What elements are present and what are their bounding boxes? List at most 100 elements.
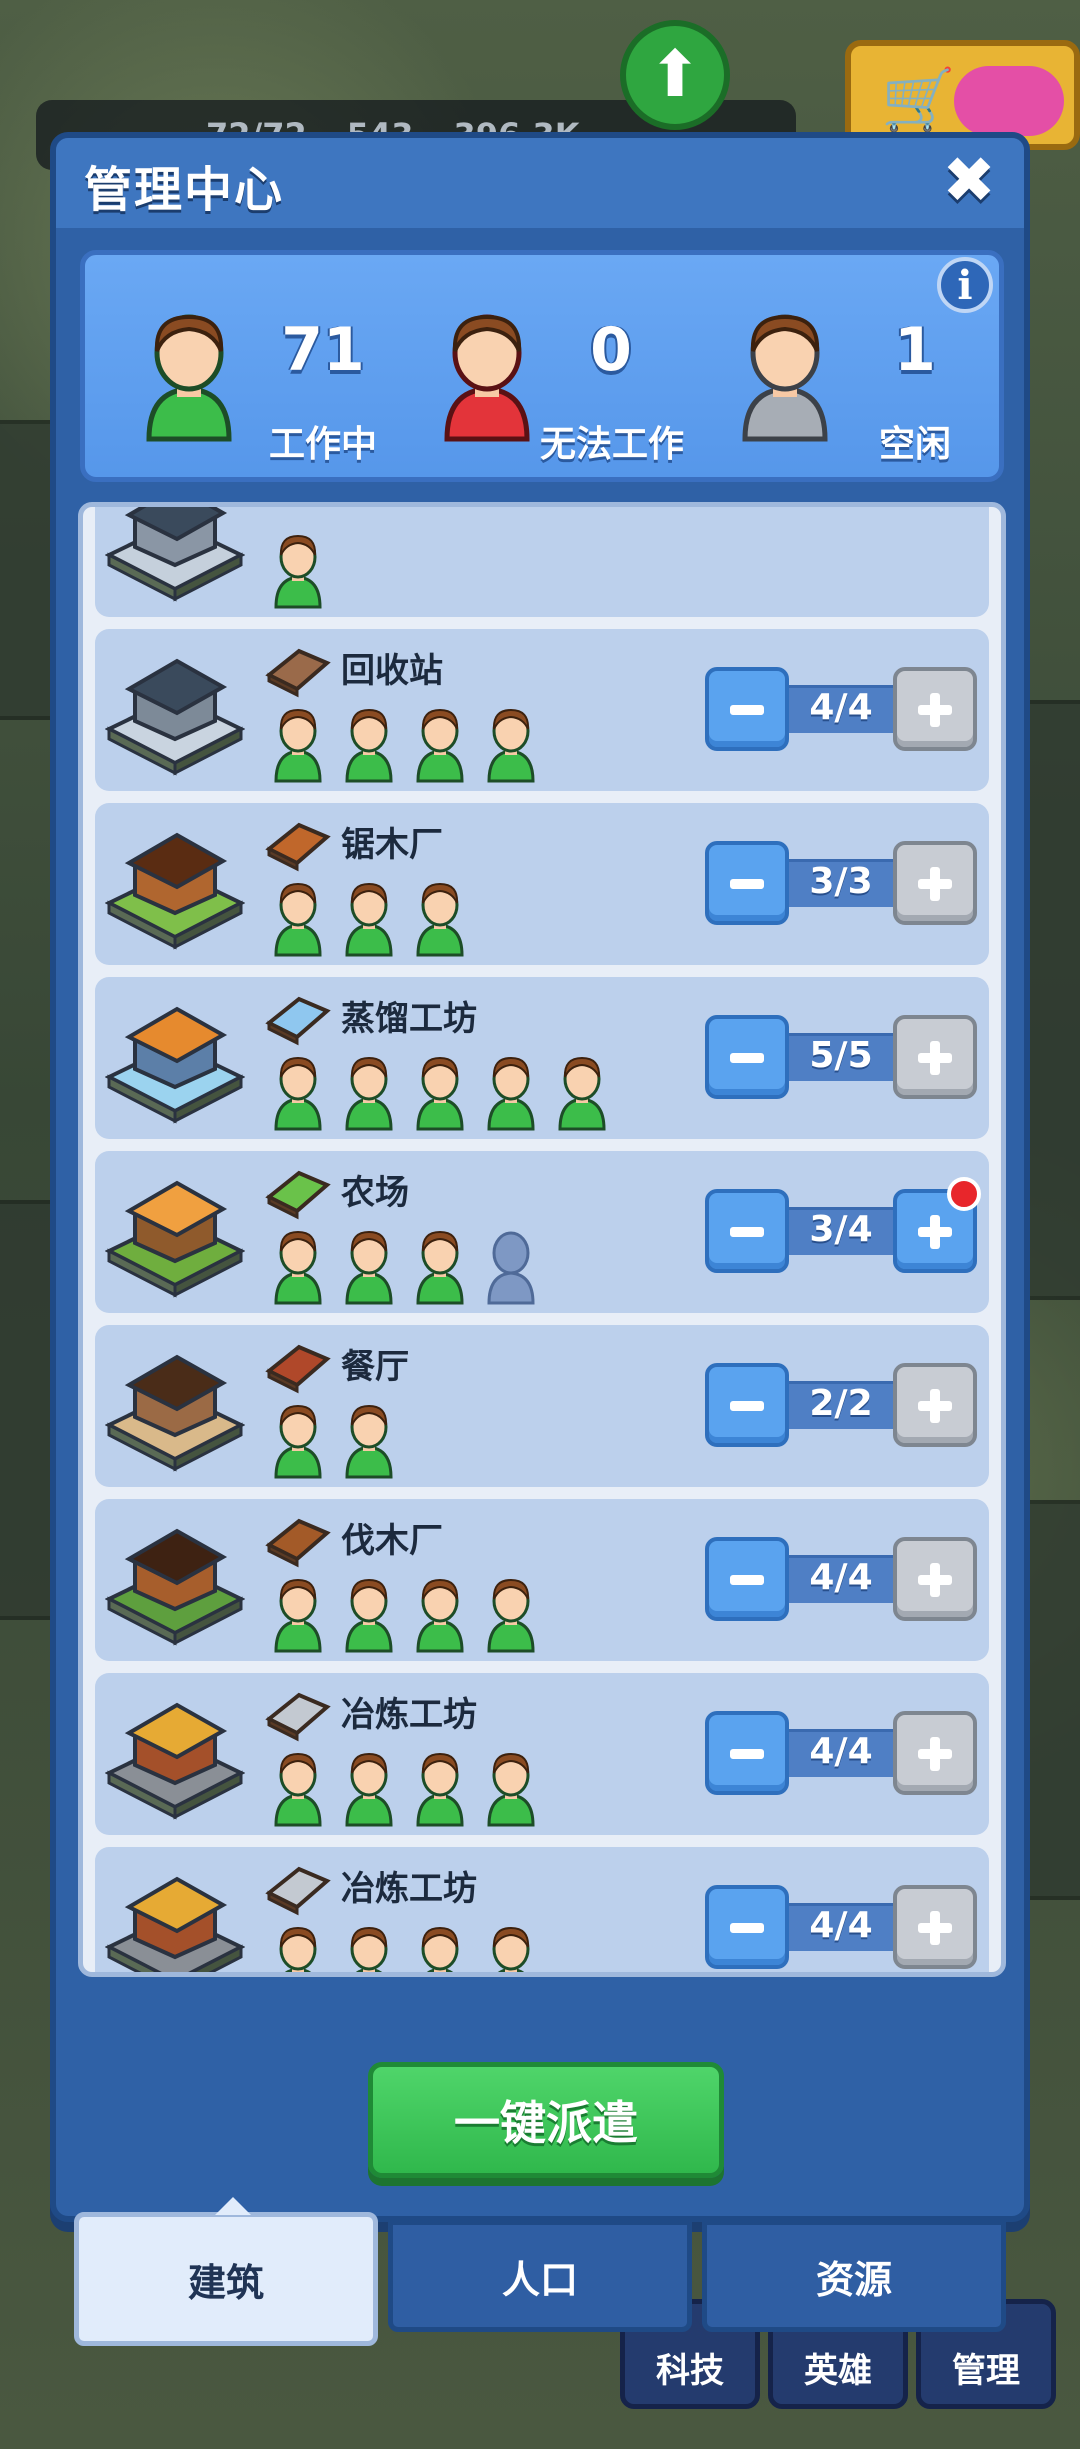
minus-icon	[730, 1923, 764, 1933]
scrap-plate-icon	[263, 641, 333, 699]
worker-grey-icon	[742, 314, 828, 442]
worker-assigned-icon	[344, 703, 394, 783]
worker-empty-slot-icon	[486, 1225, 536, 1305]
worker-assigned-icon	[273, 1573, 323, 1653]
increase-worker-button[interactable]	[893, 1015, 977, 1099]
decrease-worker-button[interactable]	[705, 1363, 789, 1447]
worker-assigned-icon	[415, 1573, 465, 1653]
smelter-building-icon	[104, 1861, 246, 1972]
partial-building-icon	[104, 507, 246, 603]
decrease-worker-button[interactable]	[705, 1711, 789, 1795]
worker-slots	[273, 1399, 394, 1479]
worker-green-icon	[146, 314, 232, 442]
worker-assigned-icon	[486, 1747, 536, 1827]
recycling-station-building-icon	[104, 643, 246, 777]
worker-assigned-icon	[415, 1921, 465, 1972]
minus-icon	[730, 879, 764, 889]
worker-assigned-icon	[415, 1747, 465, 1827]
plus-icon-vertical	[930, 693, 940, 727]
log-icon	[263, 1511, 333, 1569]
plus-icon-vertical	[930, 1563, 940, 1597]
worker-slots	[273, 703, 536, 783]
cart-icon: 🛒	[881, 65, 956, 135]
minus-icon	[730, 1053, 764, 1063]
worker-assigned-icon	[344, 877, 394, 957]
stat-idle: 1 空闲	[739, 305, 979, 465]
tab-resources[interactable]: 资源	[702, 2220, 1006, 2332]
farm-building-icon	[104, 1165, 246, 1299]
smelter-building-icon	[104, 1687, 246, 1821]
building-row: 蒸馏工坊 5/5	[95, 977, 989, 1139]
tab-population[interactable]: 人口	[388, 2220, 692, 2332]
increase-worker-button[interactable]	[893, 1885, 977, 1969]
worker-count-control: 4/4	[705, 1711, 977, 1795]
worker-assigned-icon	[344, 1225, 394, 1305]
building-name: 伐木厂	[341, 1521, 443, 1561]
worker-assigned-icon	[273, 1225, 323, 1305]
stat-unable: 0 无法工作	[441, 305, 711, 465]
meat-icon	[263, 1337, 333, 1395]
building-name: 蒸馏工坊	[341, 999, 477, 1039]
plus-icon-vertical	[930, 1737, 940, 1771]
one-click-dispatch-button[interactable]: 一键派遣	[368, 2062, 724, 2178]
decrease-worker-button[interactable]	[705, 1537, 789, 1621]
plus-icon-vertical	[930, 1389, 940, 1423]
plus-icon-vertical	[930, 867, 940, 901]
water-bottle-icon	[263, 989, 333, 1047]
increase-worker-button[interactable]	[893, 1537, 977, 1621]
worker-slots	[273, 1573, 536, 1653]
decrease-worker-button[interactable]	[705, 841, 789, 925]
decrease-worker-button[interactable]	[705, 667, 789, 751]
building-row: 回收站 4/4	[95, 629, 989, 791]
worker-assigned-icon	[273, 1051, 323, 1131]
lettuce-icon	[263, 1163, 333, 1221]
minus-icon	[730, 1401, 764, 1411]
planks-icon	[263, 815, 333, 873]
building-row: 餐厅 2/2	[95, 1325, 989, 1487]
worker-count-control: 3/4	[705, 1177, 981, 1273]
worker-slots	[273, 1051, 607, 1131]
decrease-worker-button[interactable]	[705, 1189, 789, 1273]
sawmill-building-icon	[104, 817, 246, 951]
increase-worker-button[interactable]	[893, 841, 977, 925]
building-name: 锯木厂	[341, 825, 443, 865]
worker-assigned-icon	[344, 1747, 394, 1827]
building-row: 冶炼工坊 4/4	[95, 1847, 989, 1972]
worker-assigned-icon	[273, 529, 323, 609]
worker-slots	[273, 877, 465, 957]
stat-working-label: 工作中	[268, 424, 377, 465]
close-button[interactable]: ✖	[936, 144, 1002, 218]
worker-assigned-icon	[415, 1051, 465, 1131]
ingot-icon	[263, 1685, 333, 1743]
notification-dot	[947, 1177, 981, 1211]
building-row: 锯木厂 3/3	[95, 803, 989, 965]
worker-assigned-icon	[486, 1921, 536, 1972]
decrease-worker-button[interactable]	[705, 1015, 789, 1099]
worker-assigned-icon	[344, 1921, 394, 1972]
increase-worker-button[interactable]	[893, 1363, 977, 1447]
ingot-icon	[263, 1859, 333, 1917]
increase-worker-button[interactable]	[893, 1711, 977, 1795]
stat-unable-label: 无法工作	[539, 424, 684, 465]
worker-assigned-icon	[273, 1747, 323, 1827]
worker-summary-panel: i 71 工作中 0 无法工作 1 空闲	[80, 250, 1004, 482]
worker-count-control: 4/4	[705, 1537, 977, 1621]
management-center-modal: 管理中心 ✖ i 71 工作中 0 无法工作 1 空闲 回收站 4/4 锯木厂 …	[50, 132, 1030, 2222]
worker-count-control: 4/4	[705, 667, 977, 751]
decrease-worker-button[interactable]	[705, 1885, 789, 1969]
increase-worker-button[interactable]	[893, 667, 977, 751]
increase-worker-button[interactable]	[893, 1177, 981, 1273]
stat-working: 71 工作中	[143, 305, 403, 465]
building-list[interactable]: 回收站 4/4 锯木厂 3/3 蒸馏工坊 5/5 农场 3/4 餐厅 2/2 伐木厂 4/4 冶炼工坊 4…	[78, 502, 1006, 1977]
worker-assigned-icon	[273, 1399, 323, 1479]
building-name: 回收站	[341, 651, 443, 691]
worker-count-control: 2/2	[705, 1363, 977, 1447]
worker-assigned-icon	[273, 703, 323, 783]
upgrade-arrow-icon: ⬆	[620, 20, 730, 130]
lumber-camp-building-icon	[104, 1513, 246, 1647]
distillery-building-icon	[104, 991, 246, 1125]
plus-icon-vertical	[930, 1215, 940, 1249]
tab-buildings[interactable]: 建筑	[74, 2197, 378, 2346]
worker-assigned-icon	[486, 703, 536, 783]
gift-icon	[954, 66, 1064, 136]
